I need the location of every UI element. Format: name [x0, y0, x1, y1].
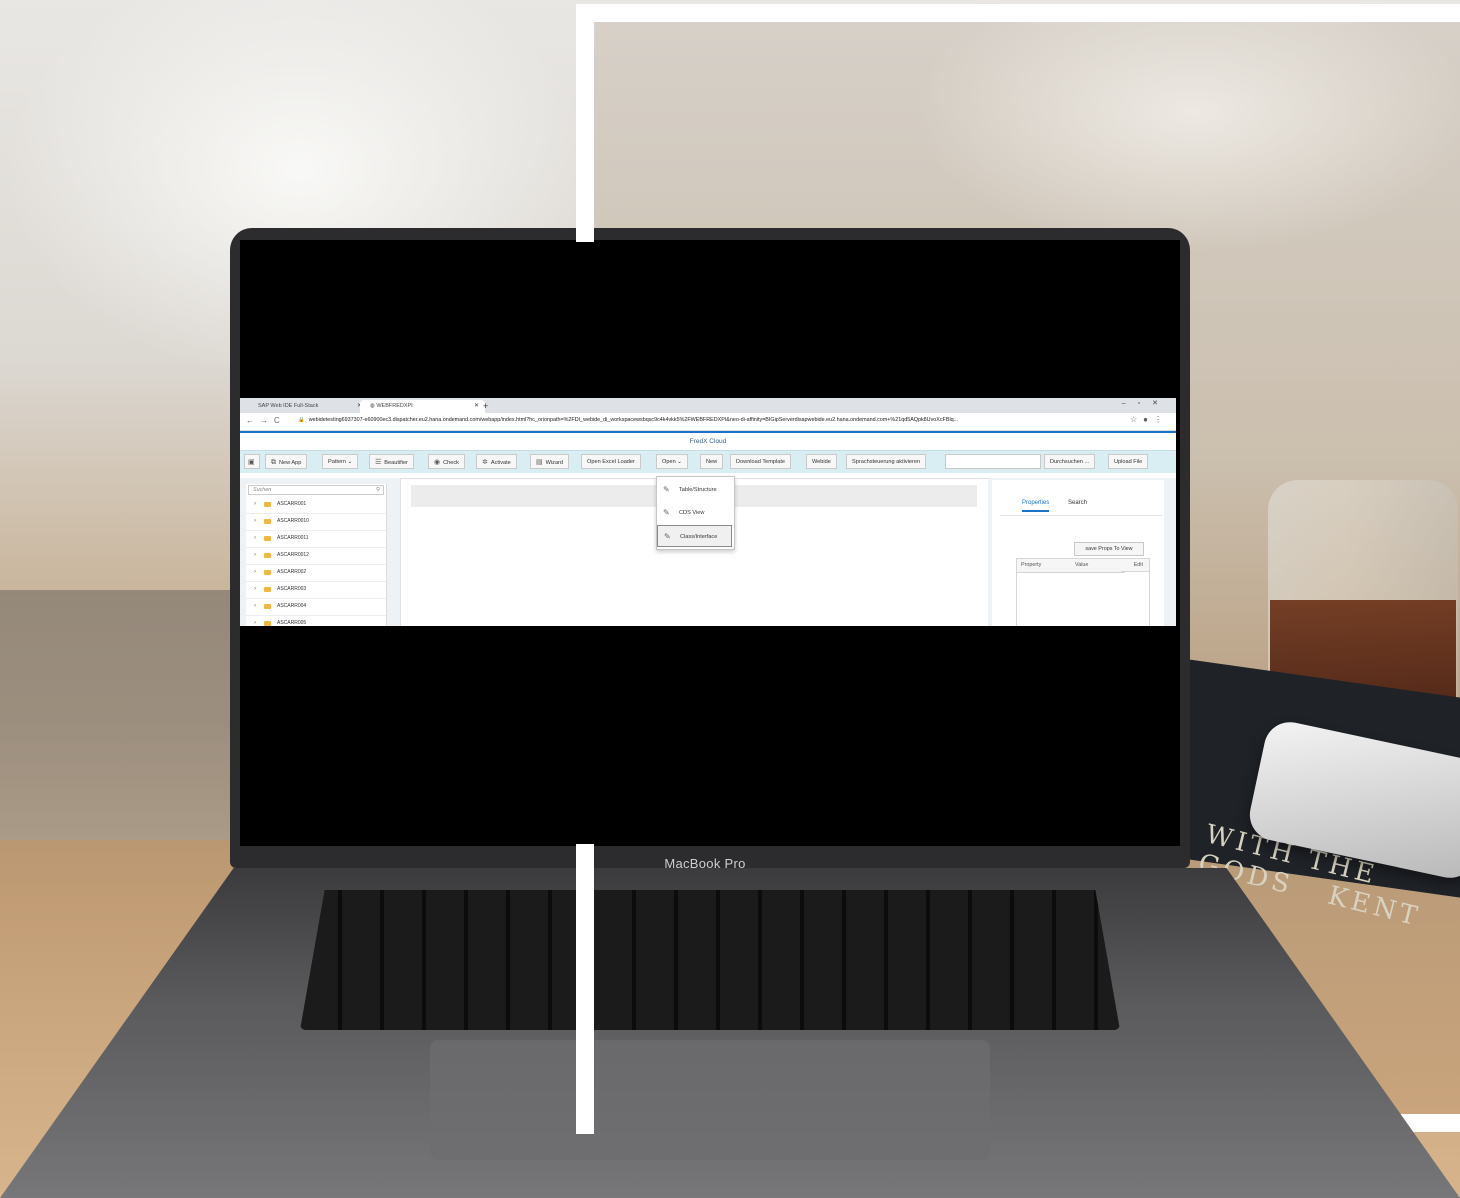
folder-icon	[264, 587, 271, 592]
close-icon[interactable]: ✕	[474, 400, 479, 413]
browser-tab-webfredxpi[interactable]: ◍ WEBFREDXPI ✕	[360, 400, 485, 413]
tree-item[interactable]: › ASCARR005	[246, 615, 386, 626]
object-tree: Suchen ⚲ › ASCARR001 › ASCARR0010 › ASCARR0…	[246, 484, 387, 626]
folder-icon	[264, 519, 271, 524]
url-field[interactable]: 🔒 webidetesting6937307-e60900ec3.dispatch…	[298, 417, 1118, 423]
wizard-icon: ▤	[536, 459, 543, 466]
laptop-trackpad	[430, 1040, 990, 1160]
search-icon[interactable]: ⚲	[376, 486, 380, 495]
chevron-right-icon: ›	[254, 603, 256, 609]
laptop-keyboard	[300, 890, 1120, 1030]
upload-file-button[interactable]: Upload File	[1108, 454, 1149, 469]
activate-icon: ✲	[482, 459, 488, 466]
folder-icon	[264, 502, 271, 507]
save-icon: ▣	[248, 459, 255, 466]
download-template-button[interactable]: Download Template	[730, 454, 792, 469]
window-controls[interactable]: –▫✕	[1122, 399, 1170, 407]
frame-segment	[576, 844, 594, 1134]
wizard-button[interactable]: ▤ Wizard	[530, 454, 570, 469]
chevron-right-icon: ›	[254, 501, 256, 507]
check-icon: ◉	[434, 459, 441, 466]
new-tab-icon[interactable]: +	[483, 400, 488, 412]
background-object	[0, 590, 236, 840]
save-props-button[interactable]: save Props To View	[1074, 542, 1144, 556]
page-title: FredX Cloud	[240, 433, 1176, 450]
webide-button[interactable]: Webide	[806, 454, 837, 469]
folder-icon	[264, 604, 271, 609]
beautifier-button[interactable]: ☰ Beautifier	[369, 454, 414, 469]
tree-item[interactable]: › ASCARR002	[246, 564, 386, 582]
beautifier-icon: ☰	[375, 459, 382, 466]
new-app-icon: ⧉	[271, 459, 276, 466]
tree-item[interactable]: › ASCARR0012	[246, 547, 386, 565]
open-dropdown-menu: ✎ Table/Structure ✎ CDS View ✎ Class/Interf…	[656, 476, 735, 550]
pencil-icon: ✎	[663, 485, 670, 494]
tab-label: WEBFREDXPI	[376, 403, 413, 409]
sprachsteuerung-button[interactable]: Sprachsteuerung aktivieren	[846, 454, 927, 469]
chevron-right-icon: ›	[254, 535, 256, 541]
properties-panel: Properties Search save Props To View Pro…	[988, 478, 1168, 626]
pencil-icon: ✎	[664, 532, 671, 541]
chevron-right-icon: ›	[254, 518, 256, 524]
address-bar: ←→C 🔒 webidetesting6937307-e60900ec3.disp…	[240, 413, 1176, 431]
folder-icon	[264, 621, 271, 626]
column-header-value[interactable]: Value	[1071, 559, 1125, 573]
open-button[interactable]: Open ⌄	[656, 454, 688, 469]
activate-button[interactable]: ✲ Activate	[476, 454, 517, 469]
folder-icon	[264, 553, 271, 558]
properties-card: Properties Search save Props To View Pro…	[992, 480, 1164, 626]
app-toolbar: ▣ ⧉ New App Pattern ⌄ ☰ Beautifier ◉ Check …	[240, 450, 1176, 473]
browser-tab-webide[interactable]: SAP Web IDE Full-Stack ✕	[248, 400, 368, 413]
new-button[interactable]: New	[700, 454, 724, 469]
chevron-right-icon: ›	[254, 586, 256, 592]
lock-icon: 🔒	[298, 417, 305, 423]
folder-icon	[264, 536, 271, 541]
file-path-input[interactable]	[945, 454, 1041, 469]
menu-item-table-structure[interactable]: ✎ Table/Structure	[657, 479, 732, 501]
pattern-button[interactable]: Pattern ⌄	[322, 454, 359, 469]
tab-search[interactable]: Search	[1068, 500, 1087, 506]
new-app-button[interactable]: ⧉ New App	[265, 454, 308, 469]
laptop-brand: MacBook Pro	[664, 856, 746, 871]
properties-table: Property Value Edit	[1016, 558, 1150, 626]
tree-item[interactable]: › ASCARR001	[246, 496, 386, 514]
browser-window: SAP Web IDE Full-Stack ✕ ◍ WEBFREDXPI ✕ …	[240, 398, 1176, 626]
tree-item[interactable]: › ASCARR0010	[246, 513, 386, 531]
tree-item[interactable]: › ASCARR004	[246, 598, 386, 616]
nav-buttons[interactable]: ←→C	[246, 416, 286, 425]
open-excel-loader-button[interactable]: Open Excel Loader	[581, 454, 641, 469]
tab-divider	[1000, 515, 1162, 516]
tree-item[interactable]: › ASCARR0011	[246, 530, 386, 548]
url-text: webidetesting6937307-e60900ec3.dispatche…	[308, 417, 959, 423]
pencil-icon: ✎	[663, 508, 670, 517]
frame-segment	[576, 226, 594, 242]
tree-item[interactable]: › ASCARR003	[246, 581, 386, 599]
chevron-down-icon: ⌄	[677, 459, 682, 465]
tab-properties[interactable]: Properties	[1022, 500, 1050, 512]
column-header-property[interactable]: Property	[1017, 559, 1075, 573]
search-input[interactable]: Suchen ⚲	[248, 485, 384, 495]
menu-item-class-interface[interactable]: ✎ Class/Interface	[657, 525, 732, 547]
folder-icon	[264, 570, 271, 575]
tab-label: SAP Web IDE Full-Stack	[258, 403, 319, 409]
globe-icon: ◍	[370, 403, 375, 409]
chevron-down-icon: ⌄	[347, 459, 353, 465]
chevron-right-icon: ›	[254, 552, 256, 558]
star-icon[interactable]: ☆●⋮	[1130, 415, 1168, 424]
chevron-right-icon: ›	[254, 620, 256, 626]
browser-tab-bar: SAP Web IDE Full-Stack ✕ ◍ WEBFREDXPI ✕ …	[240, 398, 1176, 413]
column-header-edit[interactable]: Edit	[1121, 559, 1149, 572]
save-button[interactable]: ▣	[244, 454, 260, 469]
menu-item-cds-view[interactable]: ✎ CDS View	[657, 502, 732, 524]
durchsuchen-button[interactable]: Durchsuchen ...	[1044, 454, 1096, 469]
chevron-right-icon: ›	[254, 569, 256, 575]
check-button[interactable]: ◉ Check	[428, 454, 465, 469]
